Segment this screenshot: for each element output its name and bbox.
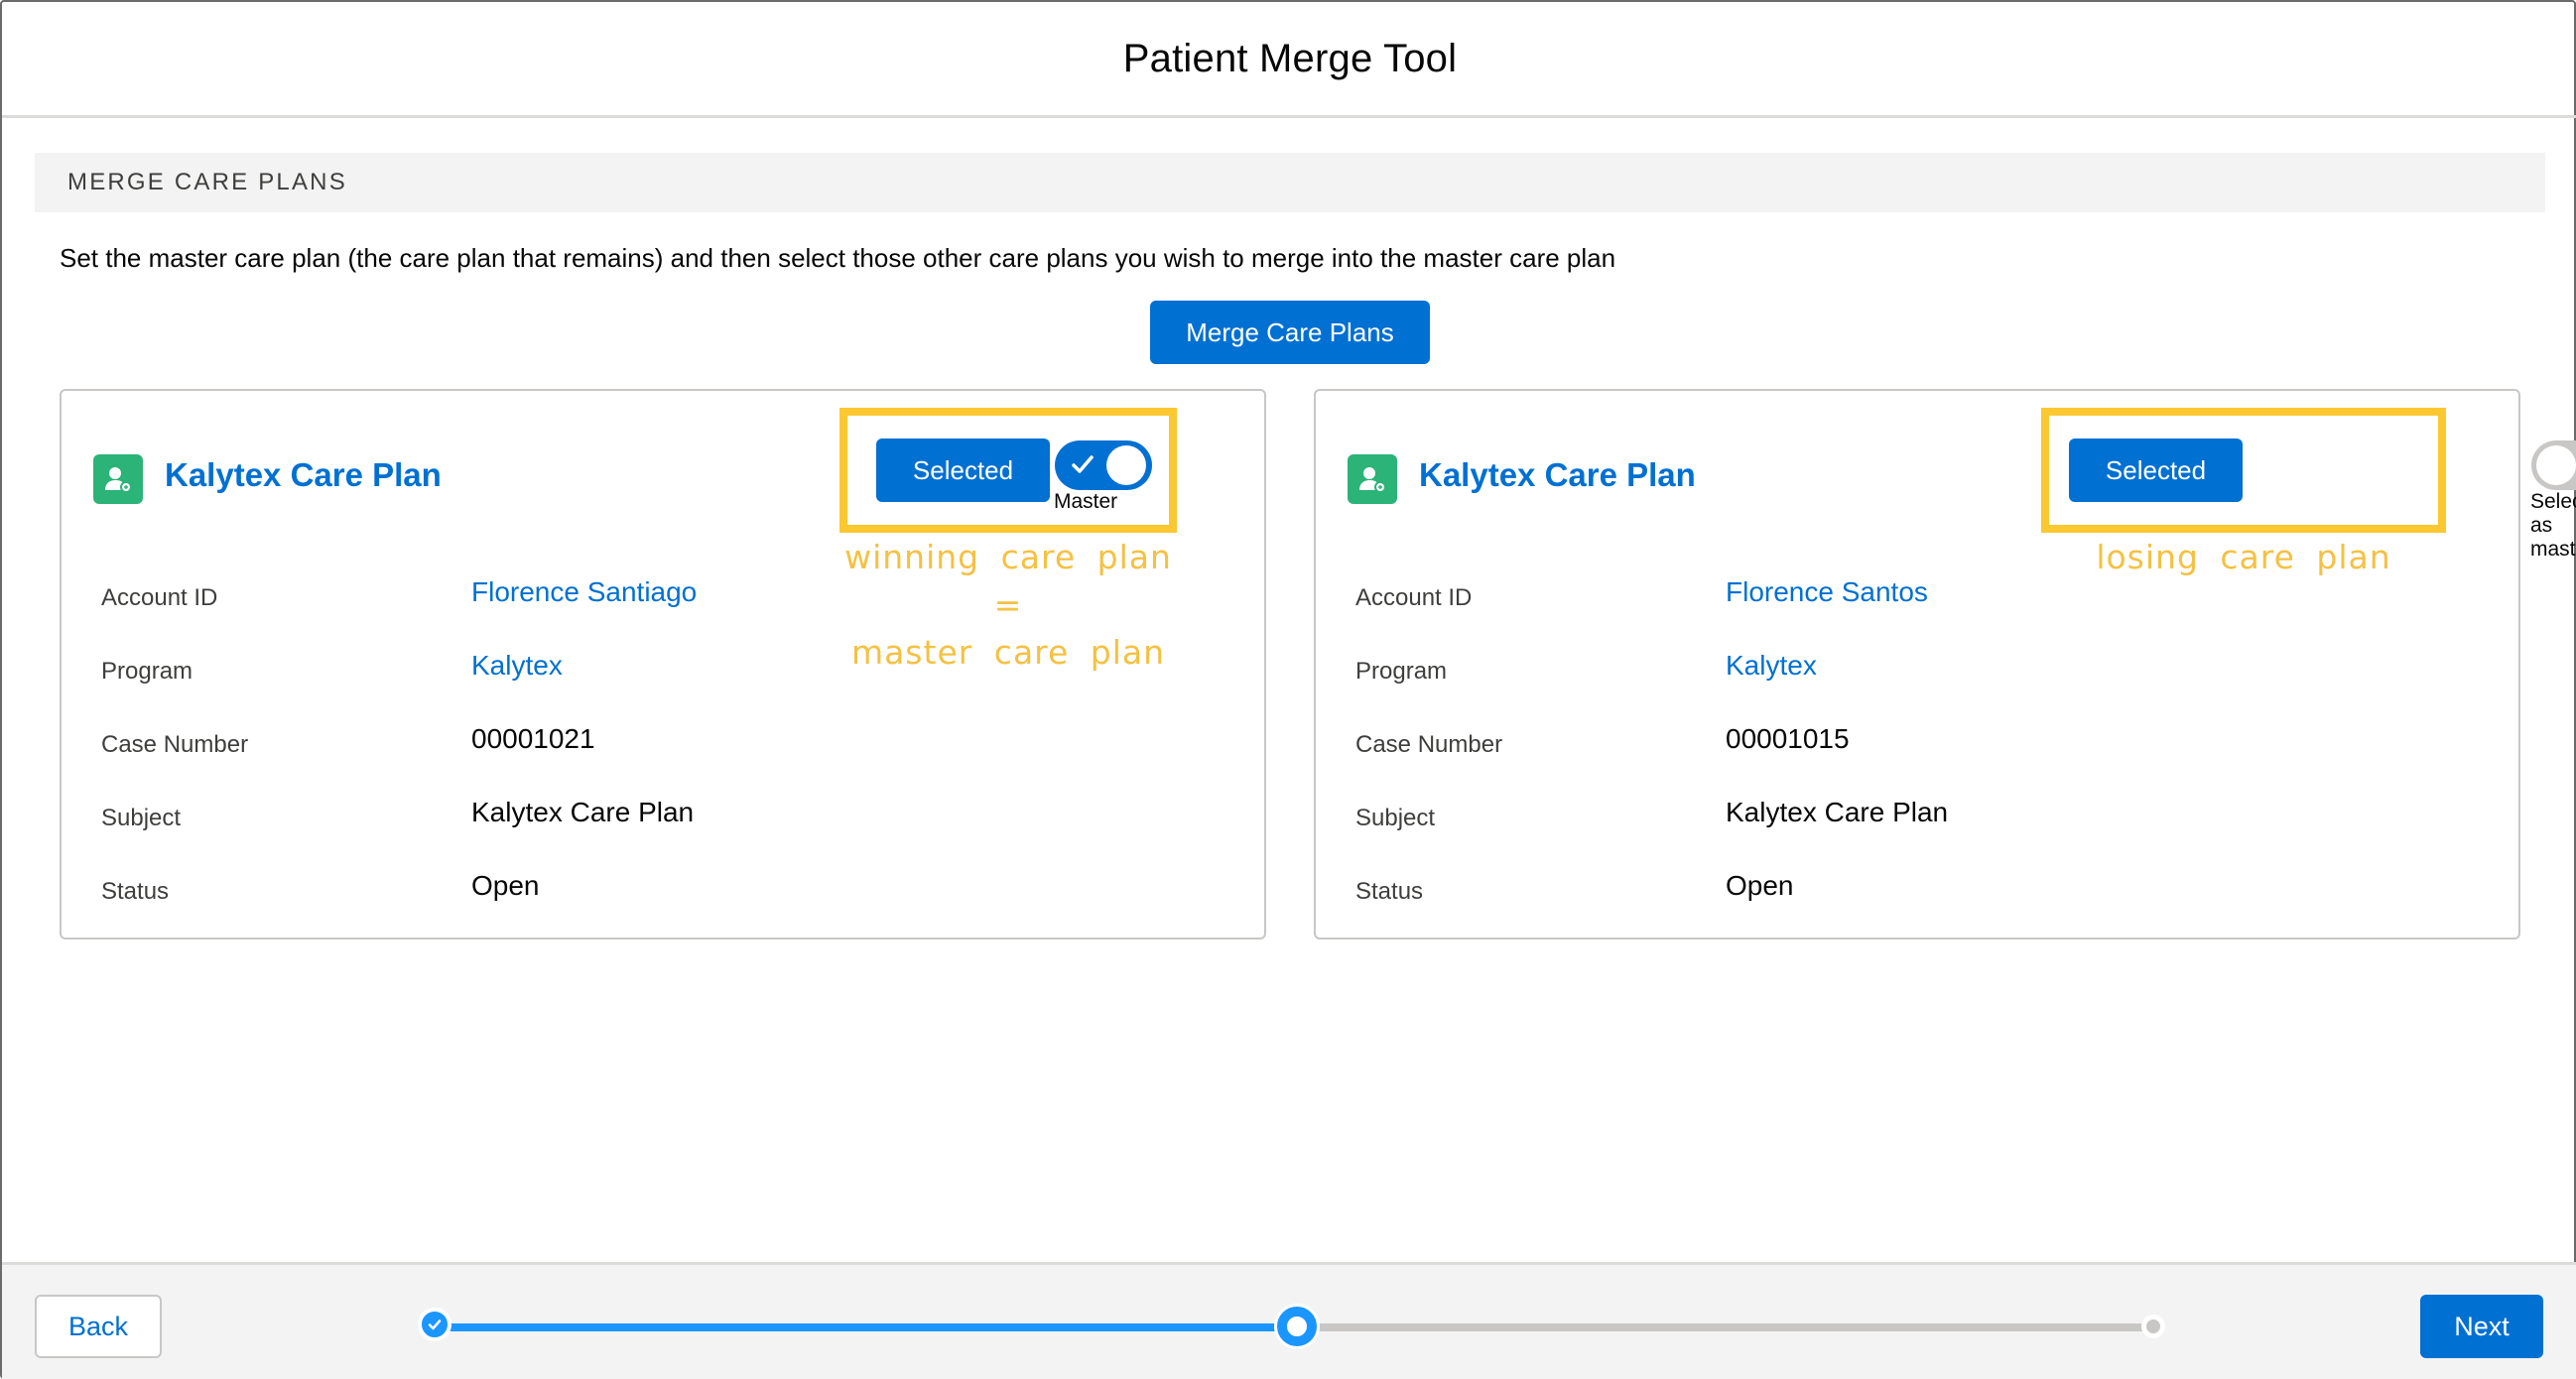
modal-window: Patient Merge Tool MERGE CARE PLANS Set … — [0, 0, 2576, 1379]
field-value-program[interactable]: Kalytex — [1726, 650, 1817, 682]
next-button[interactable]: Next — [2420, 1295, 2543, 1358]
select-as-master-toggle[interactable] — [2531, 440, 2576, 490]
field-label-subject: Subject — [1355, 805, 1436, 831]
card-title-link[interactable]: Kalytex Care Plan — [1419, 456, 1696, 494]
field-value-status: Open — [471, 870, 540, 901]
annotation-winning: winning care plan = master care plan — [841, 534, 1175, 677]
field-value-subject: Kalytex Care Plan — [1726, 797, 1949, 827]
section-header: MERGE CARE PLANS — [35, 153, 2545, 212]
field-value-case-number: 00001015 — [1726, 723, 1850, 754]
annotation-winning-line1: winning care plan = — [844, 538, 1172, 624]
field-label-program: Program — [1355, 658, 1448, 685]
instructions-text: Set the master care plan (the care plan … — [60, 243, 1616, 273]
toggle-label: Select as master — [2530, 490, 2576, 561]
annotation-losing-line1: losing care plan — [2096, 538, 2391, 576]
field-label-account-id: Account ID — [101, 584, 218, 611]
field-value-subject: Kalytex Care Plan — [471, 797, 695, 827]
field-value-account-id[interactable]: Florence Santos — [1726, 576, 1928, 608]
field-label-subject: Subject — [101, 805, 182, 831]
progress-step-2-current[interactable] — [1277, 1307, 1317, 1346]
field-label-status: Status — [101, 878, 170, 905]
back-button[interactable]: Back — [35, 1295, 162, 1358]
field-value-program[interactable]: Kalytex — [471, 650, 563, 682]
step-complete-icon — [428, 1319, 442, 1330]
progress-fill — [436, 1323, 1294, 1331]
field-label-program: Program — [101, 658, 193, 685]
field-label-account-id: Account ID — [1355, 584, 1473, 611]
field-label-status: Status — [1355, 878, 1424, 905]
toggle-knob — [2536, 445, 2576, 485]
field-label-case-number: Case Number — [101, 731, 249, 758]
section-title: MERGE CARE PLANS — [67, 169, 347, 195]
annotation-highlight-master — [839, 408, 1177, 533]
page-title: Patient Merge Tool — [1122, 36, 1458, 80]
card-title-link[interactable]: Kalytex Care Plan — [165, 456, 442, 494]
annotation-winning-line2: master care plan — [850, 633, 1166, 672]
annotation-highlight-losing — [2041, 408, 2446, 533]
progress-step-3[interactable] — [2141, 1315, 2165, 1338]
care-plan-icon — [1348, 454, 1397, 504]
progress-step-1-complete[interactable] — [418, 1308, 451, 1341]
care-plan-icon — [93, 454, 143, 504]
annotation-losing: losing care plan — [2041, 534, 2446, 581]
modal-header: Patient Merge Tool — [2, 2, 2576, 118]
field-label-case-number: Case Number — [1355, 731, 1503, 758]
merge-care-plans-button[interactable]: Merge Care Plans — [1150, 301, 1430, 364]
field-value-account-id[interactable]: Florence Santiago — [471, 576, 697, 608]
field-value-case-number: 00001021 — [471, 723, 595, 754]
modal-footer: Back Next — [2, 1262, 2576, 1379]
field-value-status: Open — [1726, 870, 1794, 901]
